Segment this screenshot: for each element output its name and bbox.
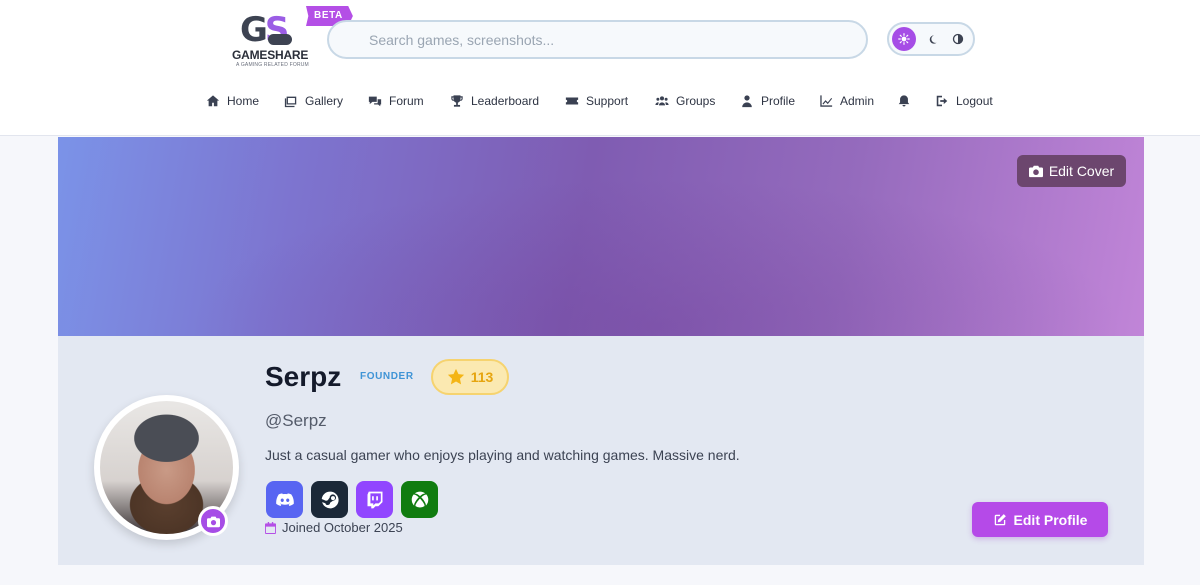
nav-item-logout[interactable]: Logout	[935, 88, 993, 114]
images-icon	[284, 96, 297, 108]
nav-item-profile[interactable]: Profile	[740, 88, 795, 114]
logo-tagline: A GAMING RELATED FORUM	[236, 62, 309, 68]
theme-toggle	[887, 22, 975, 56]
contrast-icon[interactable]	[946, 27, 970, 51]
moon-icon[interactable]	[920, 27, 944, 51]
logout-icon	[936, 95, 948, 107]
xbox-link[interactable]	[401, 481, 438, 518]
edit-cover-label: Edit Cover	[1048, 163, 1115, 179]
users-icon	[655, 96, 669, 106]
nav-item-groups[interactable]: Groups	[655, 88, 715, 114]
camera-icon	[1028, 165, 1043, 178]
gamepad-icon	[268, 34, 292, 45]
calendar-icon	[265, 521, 276, 534]
star-icon	[447, 368, 464, 385]
nav-item-forum[interactable]: Forum	[368, 88, 424, 114]
nav-label: Admin	[840, 94, 875, 108]
steam-link[interactable]	[311, 481, 348, 518]
points-badge: 113	[431, 359, 509, 395]
nav-label: Logout	[956, 94, 993, 108]
nav-label: Forum	[389, 94, 424, 108]
sun-icon[interactable]	[892, 27, 916, 51]
discord-link[interactable]	[266, 481, 303, 518]
edit-profile-button[interactable]: Edit Profile	[972, 502, 1108, 537]
joined-text: Joined October 2025	[282, 520, 403, 535]
nav-label: Home	[227, 94, 260, 108]
edit-profile-label: Edit Profile	[1013, 511, 1088, 528]
main-nav: Home Gallery Forum Leaderboard Support G…	[0, 88, 1200, 114]
home-icon	[206, 95, 220, 107]
site-header: GS GAMESHARE A GAMING RELATED FORUM BETA…	[0, 0, 1200, 136]
nav-item-admin[interactable]: Admin	[819, 88, 874, 114]
role-badge: FOUNDER	[360, 371, 414, 382]
site-logo[interactable]: GS GAMESHARE A GAMING RELATED FORUM	[228, 12, 309, 70]
points-value: 113	[470, 369, 494, 385]
nav-label: Support	[586, 94, 629, 108]
bell-icon	[898, 95, 910, 107]
chart-icon	[820, 95, 833, 107]
discord-icon	[275, 492, 294, 506]
profile-bio: Just a casual gamer who enjoys playing a…	[265, 447, 740, 463]
user-icon	[742, 95, 752, 108]
nav-label: Groups	[676, 94, 716, 108]
comments-icon	[368, 96, 382, 107]
twitch-icon	[367, 491, 382, 508]
twitch-link[interactable]	[356, 481, 393, 518]
change-avatar-button[interactable]	[198, 506, 228, 536]
edit-cover-button[interactable]: Edit Cover	[1017, 155, 1126, 187]
ticket-icon	[565, 97, 579, 105]
nav-label: Gallery	[305, 94, 344, 108]
nav-item-leaderboard[interactable]: Leaderboard	[450, 88, 539, 114]
nav-item-notifications[interactable]	[897, 88, 911, 114]
nav-label: Leaderboard	[471, 94, 540, 108]
search-input[interactable]	[329, 22, 866, 57]
profile-name: Serpz	[265, 361, 342, 392]
logo-name: GAMESHARE	[232, 48, 309, 62]
xbox-icon	[411, 491, 428, 507]
nav-item-home[interactable]: Home	[206, 88, 259, 114]
search-bar[interactable]	[327, 20, 868, 59]
steam-icon	[321, 491, 339, 508]
profile-handle: @Serpz	[265, 411, 327, 430]
joined-date: Joined October 2025	[265, 520, 403, 535]
trophy-icon	[451, 95, 463, 107]
edit-icon	[994, 513, 1006, 525]
nav-item-support[interactable]: Support	[565, 88, 628, 114]
profile-cover	[58, 137, 1144, 336]
nav-item-gallery[interactable]: Gallery	[284, 88, 343, 114]
nav-label: Profile	[761, 94, 796, 108]
camera-icon	[206, 516, 220, 527]
